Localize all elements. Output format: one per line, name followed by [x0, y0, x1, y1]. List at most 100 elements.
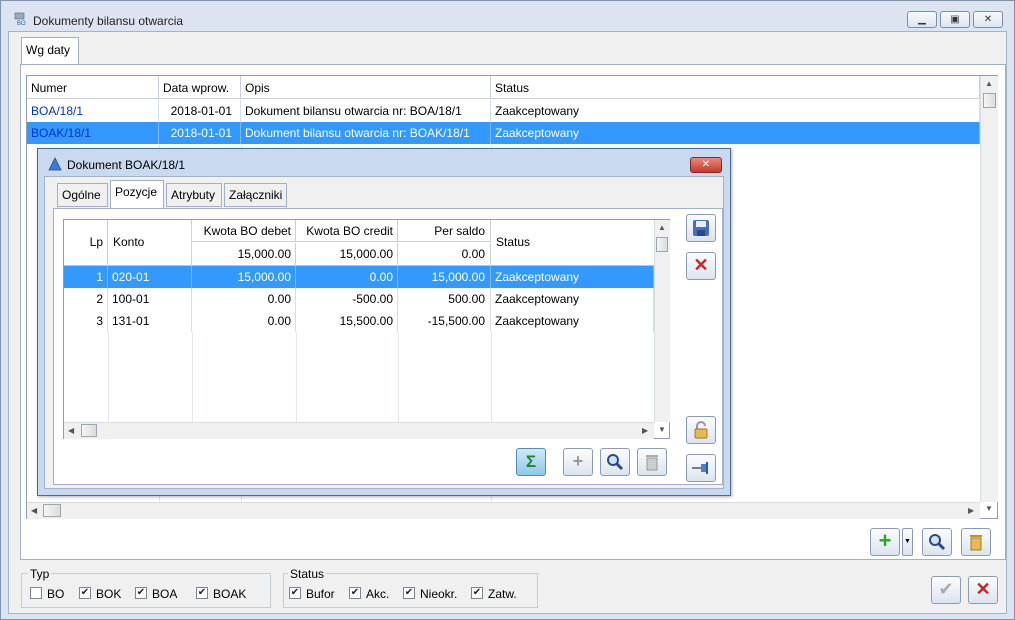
checkbox-bok[interactable]: ✔	[79, 587, 91, 599]
horizontal-scrollbar[interactable]: ◀ ▶	[27, 502, 980, 519]
cell-konto: 100-01	[108, 288, 192, 310]
lock-button[interactable]	[686, 416, 716, 444]
cell-opis: Dokument bilansu otwarcia nr: BOAK/18/1	[241, 122, 491, 144]
cell-saldo: -15,500.00	[398, 310, 491, 332]
scroll-down-icon[interactable]: ▼	[985, 504, 993, 513]
filter-group-typ-label: Typ	[28, 567, 52, 581]
add-document-button[interactable]: +	[870, 528, 900, 556]
column-header-lp[interactable]: Lp	[64, 220, 108, 266]
magnifier-icon	[607, 454, 624, 471]
checkbox-bo[interactable]	[30, 587, 42, 599]
cell-credit: 0.00	[296, 266, 398, 288]
tab-atrybuty[interactable]: Atrybuty	[166, 183, 222, 207]
tab-zalaczniki[interactable]: Załączniki	[224, 183, 287, 207]
maximize-button[interactable]: ▣	[940, 11, 970, 28]
checkbox-zatw[interactable]: ✔	[471, 587, 483, 599]
table-row-selected[interactable]: 1 020-01 15,000.00 0.00 15,000.00 Zaakce…	[64, 266, 654, 288]
delete-document-button[interactable]	[961, 528, 991, 556]
vertical-scrollbar[interactable]: ▲ ▼	[980, 76, 998, 513]
table-row[interactable]: 3 131-01 0.00 15,500.00 -15,500.00 Zaakc…	[64, 310, 654, 332]
column-header-numer[interactable]: Numer	[27, 76, 159, 99]
checkbox-label: BOK	[96, 587, 122, 601]
tab-label: Pozycje	[115, 185, 158, 199]
column-header-status[interactable]: Status	[491, 76, 980, 99]
column-header-konto[interactable]: Konto	[108, 220, 192, 266]
tab-wg-daty[interactable]: Wg daty	[21, 37, 79, 65]
horizontal-scrollbar[interactable]: ◀ ▶	[64, 422, 654, 439]
search-position-button[interactable]	[600, 448, 630, 476]
cell-status: Zaakceptowany	[491, 100, 980, 122]
column-header-saldo[interactable]: Per saldo	[398, 220, 491, 242]
table-row-selected[interactable]: BOAK/18/1 2018-01-01 Dokument bilansu ot…	[27, 122, 980, 144]
scroll-thumb[interactable]	[656, 237, 668, 252]
window-app-icon: BO	[14, 12, 28, 27]
delete-position-button[interactable]	[637, 448, 667, 476]
column-header-status[interactable]: Status	[491, 220, 654, 266]
column-header-credit[interactable]: Kwota BO credit	[296, 220, 398, 242]
column-header-opis[interactable]: Opis	[241, 76, 491, 99]
column-header-debet[interactable]: Kwota BO debet	[192, 220, 296, 242]
trash-icon	[970, 535, 982, 551]
scroll-right-icon[interactable]: ▶	[642, 426, 648, 435]
pin-button[interactable]	[686, 454, 716, 482]
dialog-title: Dokument BOAK/18/1	[67, 158, 186, 172]
minimize-icon: ▁	[918, 14, 926, 25]
sum-button[interactable]: Σ	[516, 448, 546, 476]
dropdown-arrow-icon: ▼	[904, 538, 911, 545]
cell-status: Zaakceptowany	[491, 122, 980, 144]
scroll-right-icon[interactable]: ▶	[968, 506, 974, 515]
dialog-close-button[interactable]: ✕	[690, 157, 722, 173]
scroll-left-icon[interactable]: ◀	[31, 506, 37, 515]
checkbox-akc[interactable]: ✔	[349, 587, 361, 599]
filter-group-status-label: Status	[288, 567, 327, 581]
check-icon: ✔	[290, 587, 300, 598]
tab-pozycje[interactable]: Pozycje	[110, 180, 164, 209]
plus-icon: +	[572, 451, 584, 471]
column-header-data[interactable]: Data wprow.	[159, 76, 241, 99]
exit-button[interactable]: ✕	[968, 576, 998, 604]
vertical-scrollbar[interactable]: ▲ ▼	[654, 220, 670, 434]
positions-grid[interactable]: Lp Konto Kwota BO debet 15,000.00 Kwota …	[63, 219, 670, 439]
checkbox-label: Bufor	[306, 587, 335, 601]
checkbox-bufor[interactable]: ✔	[289, 587, 301, 599]
search-document-button[interactable]	[922, 528, 952, 556]
scroll-thumb[interactable]	[81, 424, 97, 437]
scroll-up-icon[interactable]: ▲	[658, 223, 666, 232]
tab-ogolne[interactable]: Ogólne	[57, 183, 108, 207]
cell-data: 2018-01-01	[159, 122, 241, 144]
close-window-button[interactable]: ✕	[973, 11, 1003, 28]
add-icon: +	[878, 528, 892, 553]
total-debet: 15,000.00	[192, 243, 296, 266]
add-position-button[interactable]: +	[563, 448, 593, 476]
minimize-button[interactable]: ▁	[907, 11, 937, 28]
cell-konto: 020-01	[108, 266, 192, 288]
close-icon: ✕	[983, 14, 993, 25]
cell-opis: Dokument bilansu otwarcia nr: BOA/18/1	[241, 100, 491, 122]
table-row[interactable]: 2 100-01 0.00 -500.00 500.00 Zaakceptowa…	[64, 288, 654, 310]
scroll-up-icon[interactable]: ▲	[985, 79, 993, 88]
check-icon: ✔	[136, 587, 146, 598]
cell-numer: BOAK/18/1	[27, 122, 159, 144]
dialog-app-icon	[48, 157, 62, 171]
save-button[interactable]	[686, 214, 716, 242]
scroll-thumb[interactable]	[983, 93, 996, 108]
cell-status: Zaakceptowany	[491, 310, 654, 332]
scroll-left-icon[interactable]: ◀	[68, 426, 74, 435]
check-icon: ✔	[350, 587, 360, 598]
table-row[interactable]: BOA/18/1 2018-01-01 Dokument bilansu otw…	[27, 100, 980, 122]
checkbox-boa[interactable]: ✔	[135, 587, 147, 599]
scroll-thumb[interactable]	[43, 504, 61, 517]
add-dropdown-button[interactable]: ▼	[902, 528, 913, 556]
close-icon: ✕	[693, 255, 709, 275]
checkbox-boak[interactable]: ✔	[196, 587, 208, 599]
total-saldo: 0.00	[398, 243, 491, 266]
cancel-button[interactable]: ✕	[686, 252, 716, 280]
check-icon: ✔	[938, 579, 954, 599]
cell-credit: -500.00	[296, 288, 398, 310]
scroll-down-icon[interactable]: ▼	[658, 425, 666, 434]
confirm-button[interactable]: ✔	[931, 576, 961, 604]
column-divider	[108, 332, 109, 422]
checkbox-nieokr[interactable]: ✔	[403, 587, 415, 599]
check-icon: ✔	[80, 587, 90, 598]
checkbox-label: BO	[47, 587, 65, 601]
